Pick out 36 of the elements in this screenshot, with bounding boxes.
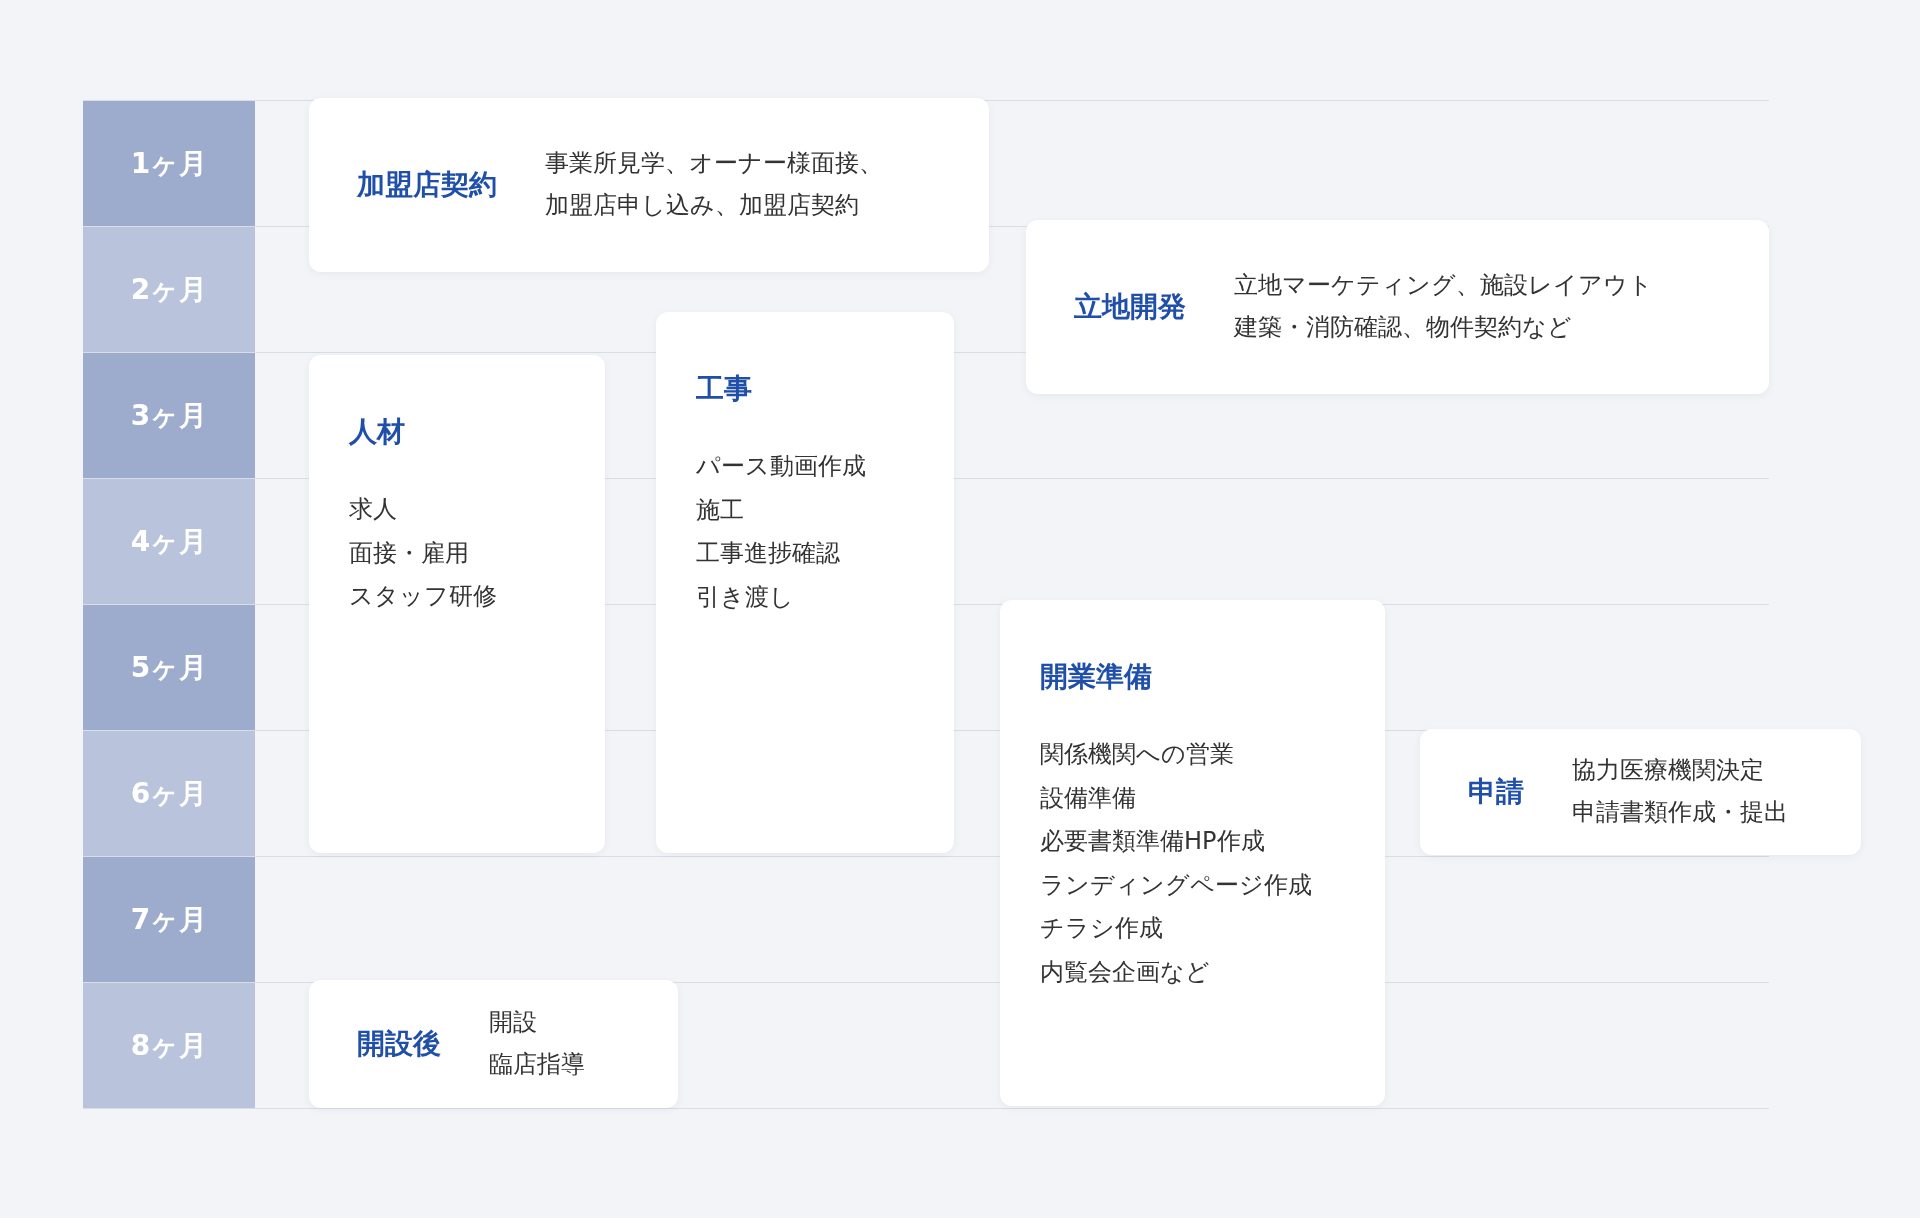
month-label: 7ヶ月	[83, 857, 255, 982]
phase-task: 加盟店申し込み、加盟店契約	[545, 190, 860, 221]
phase-task: 建築・消防確認、物件契約など	[1234, 312, 1573, 343]
phase-title: 加盟店契約	[357, 167, 497, 203]
phase-task: 面接・雇用	[349, 537, 470, 569]
phase-task: パース動画作成	[696, 451, 867, 482]
phase-task: ランディングページ作成	[1040, 869, 1313, 901]
month-label: 6ヶ月	[83, 731, 255, 856]
phase-title: 立地開発	[1074, 289, 1186, 325]
month-label: 1ヶ月	[83, 101, 255, 226]
phase-title: 工事	[696, 371, 753, 407]
phase-task: 設備準備	[1040, 782, 1137, 814]
phase-task: 施工	[696, 494, 745, 526]
month-label: 8ヶ月	[83, 983, 255, 1108]
phase-task: 立地マーケティング、施設レイアウト	[1234, 270, 1653, 302]
phase-task: 臨店指導	[489, 1049, 585, 1080]
month-label: 5ヶ月	[83, 605, 255, 730]
phase-task: 協力医療機関決定	[1572, 755, 1765, 787]
phase-title: 開設後	[357, 1026, 441, 1062]
month-label: 3ヶ月	[83, 353, 255, 478]
phase-task: スタッフ研修	[349, 581, 498, 613]
phase-title: 開業準備	[1040, 659, 1153, 695]
phase-task: 申請書類作成・提出	[1572, 797, 1788, 828]
phase-task: チラシ作成	[1040, 913, 1164, 945]
phase-task: 内覧会企画など	[1040, 956, 1211, 988]
phase-task: 工事進捗確認	[696, 538, 841, 570]
phase-title: 申請	[1468, 774, 1524, 810]
phase-task: 開設	[489, 1007, 538, 1039]
phase-title: 人材	[349, 414, 406, 450]
phase-task: 求人	[349, 494, 398, 525]
phase-task: 事業所見学、オーナー様面接、	[545, 148, 883, 180]
phase-task: 関係機関への営業	[1040, 739, 1235, 770]
month-label: 4ヶ月	[83, 479, 255, 604]
phase-task: 引き渡し	[696, 581, 795, 613]
month-label: 2ヶ月	[83, 227, 255, 352]
phase-task: 必要書類準備HP作成	[1040, 826, 1266, 858]
